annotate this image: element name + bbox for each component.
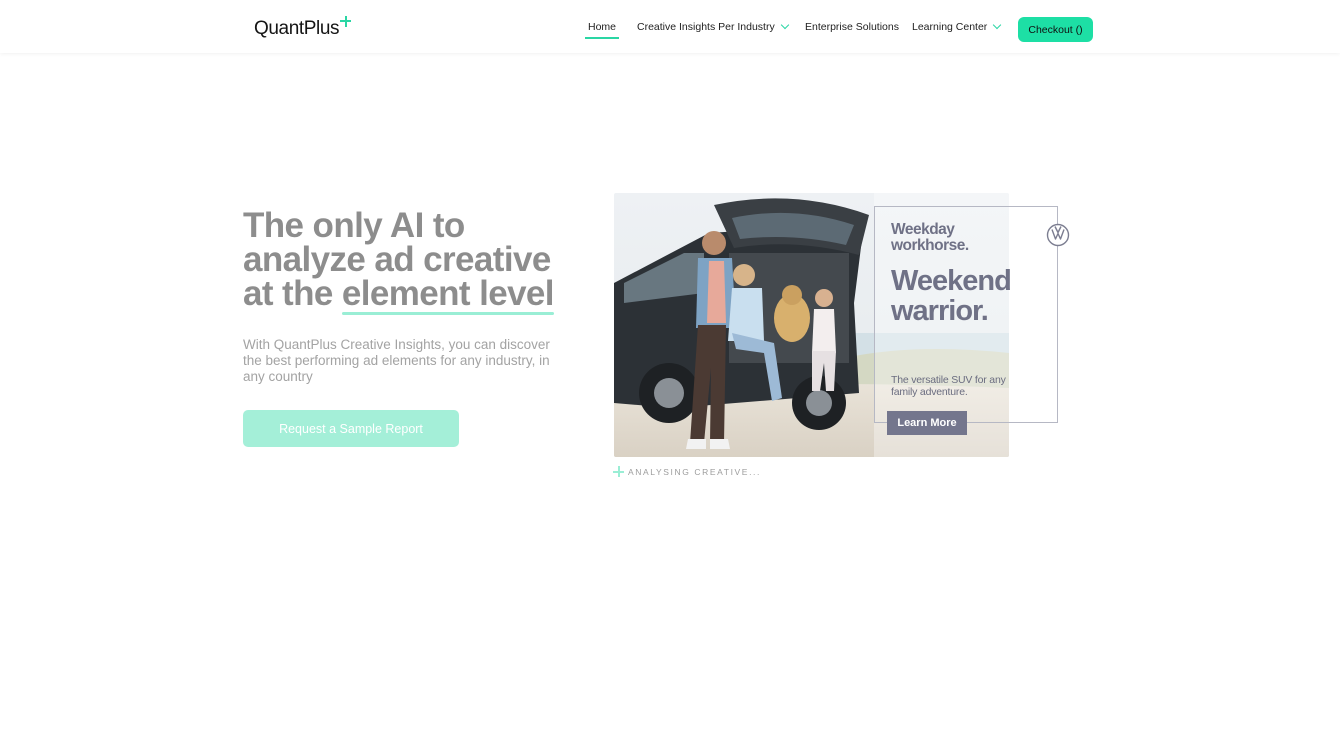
checkout-button[interactable]: Checkout (): [1018, 17, 1093, 42]
ad-learn-more-button: Learn More: [887, 411, 967, 435]
ad-kicker-text: Weekday workhorse.: [891, 221, 969, 254]
nav-learning-label: Learning Center: [912, 20, 988, 33]
hero-subtitle: With QuantPlus Creative Insights, you ca…: [243, 337, 550, 384]
hero-title-line-3-prefix: at the: [243, 274, 342, 313]
nav-item-creative-insights[interactable]: Creative Insights Per Industry: [637, 0, 789, 53]
quantplus-logo[interactable]: QuantPlus: [254, 16, 352, 42]
active-underline: [585, 37, 620, 39]
vw-logo-icon: [1046, 223, 1070, 247]
nav-creative-label: Creative Insights Per Industry: [637, 20, 775, 33]
nav-enterprise-label: Enterprise Solutions: [805, 20, 899, 33]
site-header: QuantPlus Home Creative Insights Per Ind…: [0, 0, 1340, 53]
chevron-down-icon: [780, 20, 789, 30]
nav-home-label: Home: [588, 20, 617, 33]
plus-icon: [340, 16, 352, 27]
hero-title: The only AI to analyze ad creative at th…: [243, 208, 583, 315]
nav-item-enterprise-solutions[interactable]: Enterprise Solutions: [805, 0, 899, 53]
analysing-status: ANALYSING CREATIVE...: [613, 466, 761, 477]
nav-item-home[interactable]: Home: [585, 0, 620, 53]
plus-icon: [613, 466, 624, 477]
analysing-status-label: ANALYSING CREATIVE...: [628, 466, 761, 477]
ad-body-text: The versatile SUV for any family adventu…: [891, 374, 1006, 398]
logo-text: QuantPlus: [254, 18, 340, 39]
ad-headline-text: Weekend warrior.: [891, 265, 1012, 327]
hero-title-highlight: element level: [341, 274, 555, 315]
nav-item-learning-center[interactable]: Learning Center: [912, 0, 1002, 53]
request-sample-report-button[interactable]: Request a Sample Report: [243, 410, 459, 447]
chevron-down-icon: [993, 20, 1002, 30]
